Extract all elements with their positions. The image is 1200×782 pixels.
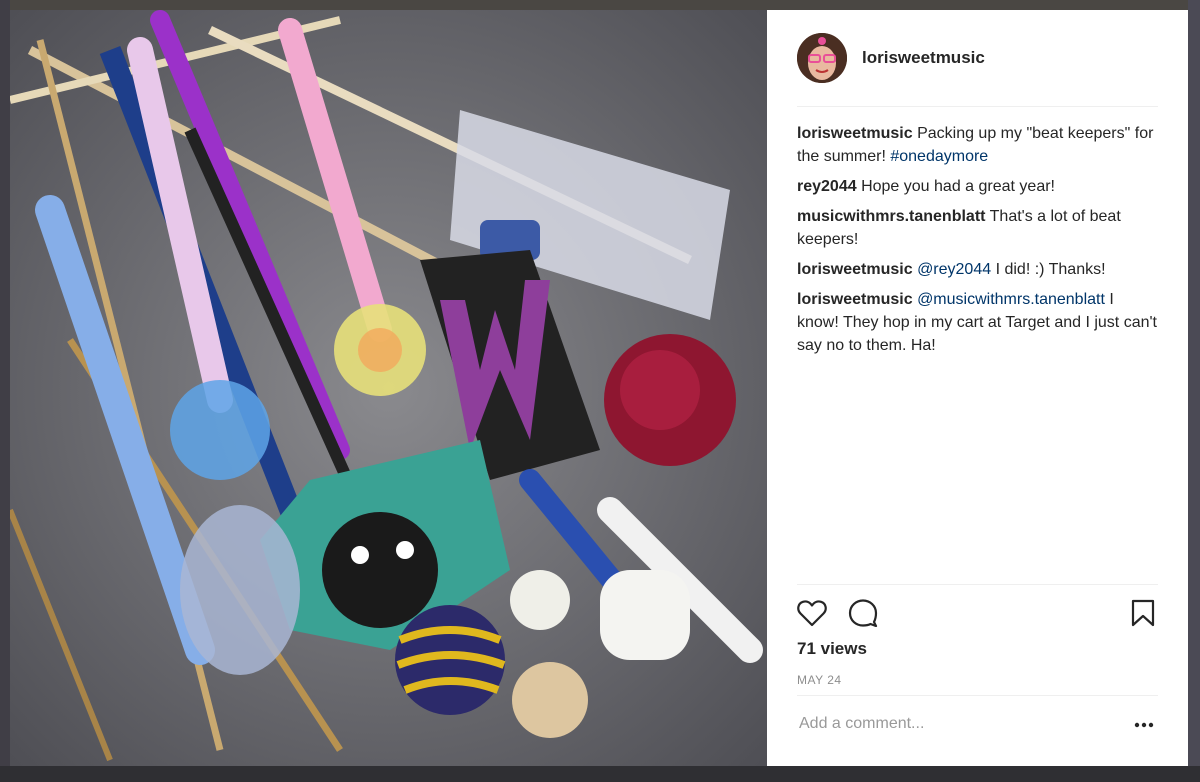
comment-user[interactable]: lorisweetmusic [797, 261, 913, 278]
post-sidebar: lorisweetmusic lorisweetmusic Packing up… [767, 10, 1188, 766]
comment-item: lorisweetmusic @musicwithmrs.tanenblatt … [797, 288, 1159, 357]
add-comment-input[interactable] [797, 712, 1101, 736]
comment-box [797, 695, 1158, 766]
mention-link[interactable]: @musicwithmrs.tanenblatt [917, 291, 1105, 308]
comment-item: musicwithmrs.tanenblatt That's a lot of … [797, 205, 1159, 251]
comment-text: I did! :) Thanks! [991, 261, 1106, 278]
view-count[interactable]: 71 views [797, 639, 867, 659]
backdrop-right [1188, 0, 1200, 782]
heart-icon[interactable] [797, 599, 827, 632]
action-icons [797, 599, 1158, 629]
mention-link[interactable]: @rey2044 [917, 261, 991, 278]
comment-user[interactable]: musicwithmrs.tanenblatt [797, 208, 985, 225]
avatar[interactable] [797, 33, 847, 83]
bookmark-icon[interactable] [1131, 599, 1155, 632]
post-modal: lorisweetmusic lorisweetmusic Packing up… [10, 10, 1188, 766]
comment-item: lorisweetmusic @rey2044 I did! :) Thanks… [797, 258, 1159, 281]
post-username[interactable]: lorisweetmusic [862, 48, 985, 68]
more-options-icon[interactable] [1132, 718, 1156, 730]
post-photo[interactable] [10, 10, 767, 766]
photo-illustration [10, 10, 767, 766]
comments-list: lorisweetmusic Packing up my "beat keepe… [797, 122, 1159, 364]
avatar-image [797, 33, 847, 83]
comment-user[interactable]: lorisweetmusic [797, 125, 913, 142]
comment-item: rey2044 Hope you had a great year! [797, 175, 1159, 198]
comment-bubble-icon[interactable] [848, 599, 878, 632]
backdrop-left [0, 0, 10, 782]
backdrop-top [0, 0, 1200, 10]
comment-user[interactable]: rey2044 [797, 178, 857, 195]
post-header: lorisweetmusic [797, 10, 1158, 107]
post-actions: 71 views MAY 24 [797, 584, 1158, 765]
comment-text: Hope you had a great year! [861, 178, 1055, 195]
comment-user[interactable]: lorisweetmusic [797, 291, 913, 308]
caption: lorisweetmusic Packing up my "beat keepe… [797, 122, 1159, 168]
backdrop-bottom [0, 766, 1200, 782]
post-date: MAY 24 [797, 673, 842, 687]
hashtag-link[interactable]: #onedaymore [890, 148, 988, 165]
